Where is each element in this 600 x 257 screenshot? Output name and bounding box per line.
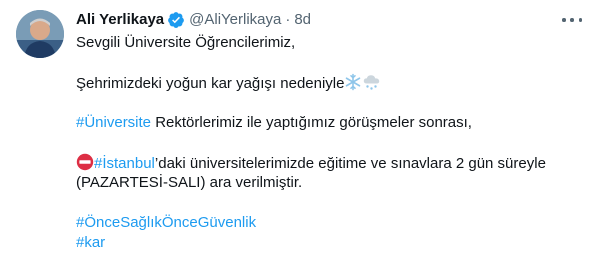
- tweet-line-snow: Şehrimizdeki yoğun kar yağışı nedeniyle: [76, 73, 586, 93]
- more-dot: [570, 18, 574, 22]
- snowflake-icon: [346, 73, 361, 91]
- tweet-text: Sevgili Üniversite Öğrencilerimiz, Şehri…: [76, 33, 586, 253]
- author-name[interactable]: Ali Yerlikaya: [76, 10, 164, 30]
- tweet-line-istanbul-text: ’daki üniversitelerimizde eğitime ve sın…: [154, 155, 546, 172]
- hashtag-universite[interactable]: #Üniversite: [76, 114, 151, 131]
- separator-dot: ·: [285, 11, 291, 28]
- hashtag-line-1: #ÖnceSağlıkÖnceGüvenlik: [76, 213, 586, 233]
- more-dot: [578, 18, 582, 22]
- tweet-time[interactable]: 8d: [294, 10, 311, 30]
- tweet-header: Ali Yerlikaya @AliYerlikaya · 8d: [76, 10, 311, 30]
- more-dot: [562, 18, 566, 22]
- tweet-line-snow-text: Şehrimizdeki yoğun kar yağışı nedeniyle: [76, 75, 345, 92]
- avatar-photo: [16, 10, 64, 58]
- tweet-line-days: (PAZARTESİ-SALI) ara verilmiştir.: [76, 174, 303, 191]
- verified-badge-icon: [168, 12, 184, 28]
- tweet-line-universities-text: Rektörlerimiz ile yaptığımız görüşmeler …: [151, 114, 472, 131]
- avatar[interactable]: [16, 10, 64, 58]
- hashtag-istanbul[interactable]: #İstanbul: [94, 155, 155, 172]
- tweet-line-universities: #Üniversite Rektörlerimiz ile yaptığımız…: [76, 113, 586, 133]
- tweet-card[interactable]: Ali Yerlikaya @AliYerlikaya · 8d Sevgili…: [0, 0, 600, 257]
- more-options-icon[interactable]: [562, 10, 582, 30]
- no-entry-icon: [76, 153, 94, 171]
- hashtag-once-saglik[interactable]: #ÖnceSağlıkÖnceGüvenlik: [76, 214, 256, 231]
- snow-cloud-icon: [364, 75, 380, 90]
- hashtag-line-2: #kar: [76, 233, 586, 253]
- hashtag-kar[interactable]: #kar: [76, 234, 105, 251]
- author-handle[interactable]: @AliYerlikaya: [189, 10, 281, 30]
- tweet-line-istanbul: #İstanbul’daki üniversitelerimizde eğiti…: [76, 153, 586, 173]
- tweet-line-greeting: Sevgili Üniversite Öğrencilerimiz,: [76, 34, 296, 51]
